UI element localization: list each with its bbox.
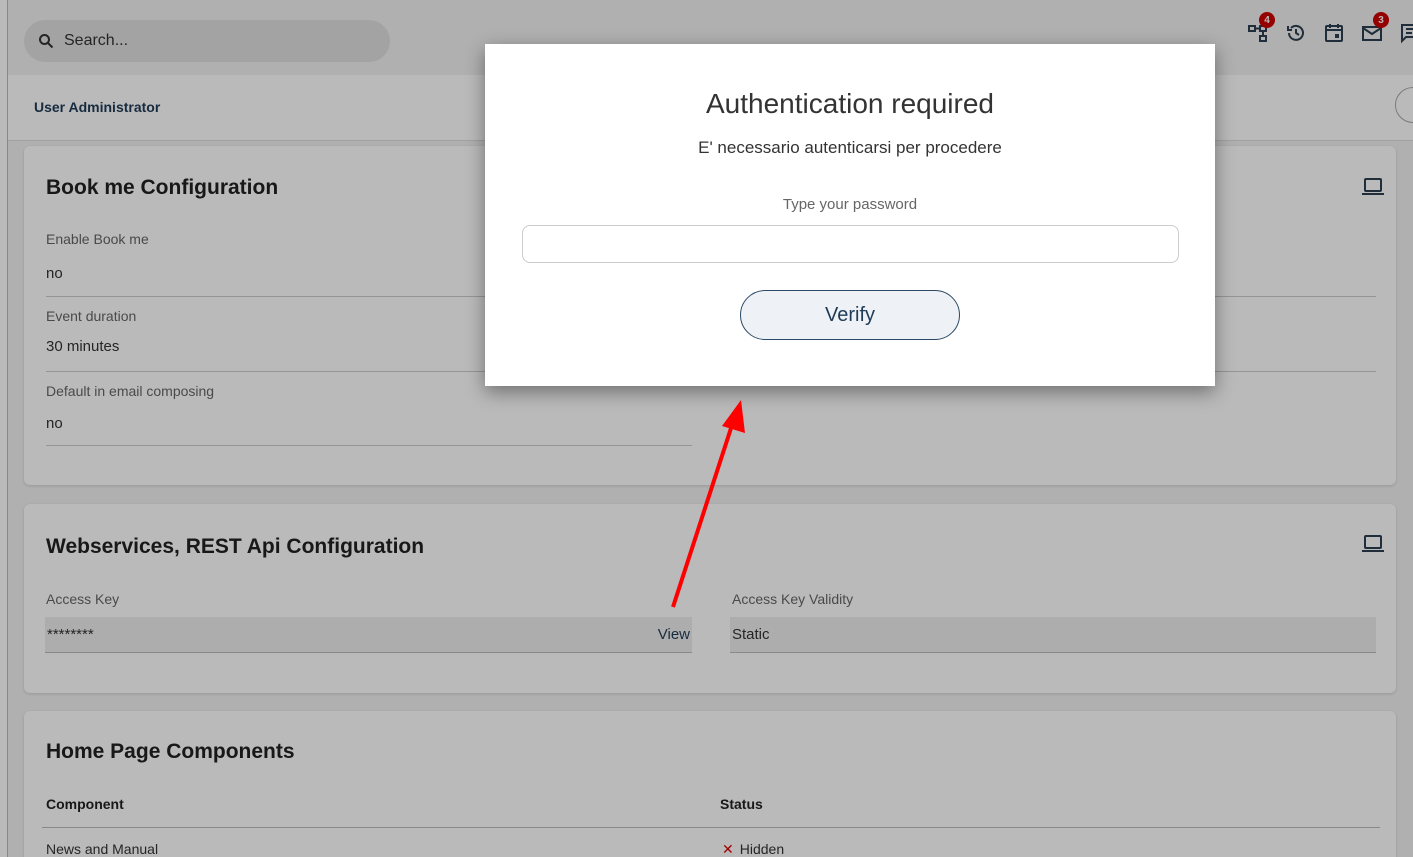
dialog-message: E' necessario autenticarsi per procedere (698, 138, 1002, 157)
password-label: Type your password (782, 196, 918, 213)
password-input[interactable] (521, 225, 1179, 263)
verify-button[interactable]: Verify (740, 290, 960, 340)
dialog-title: Authentication required (706, 88, 994, 119)
authentication-dialog: Authentication required E' necessario au… (485, 44, 1215, 386)
